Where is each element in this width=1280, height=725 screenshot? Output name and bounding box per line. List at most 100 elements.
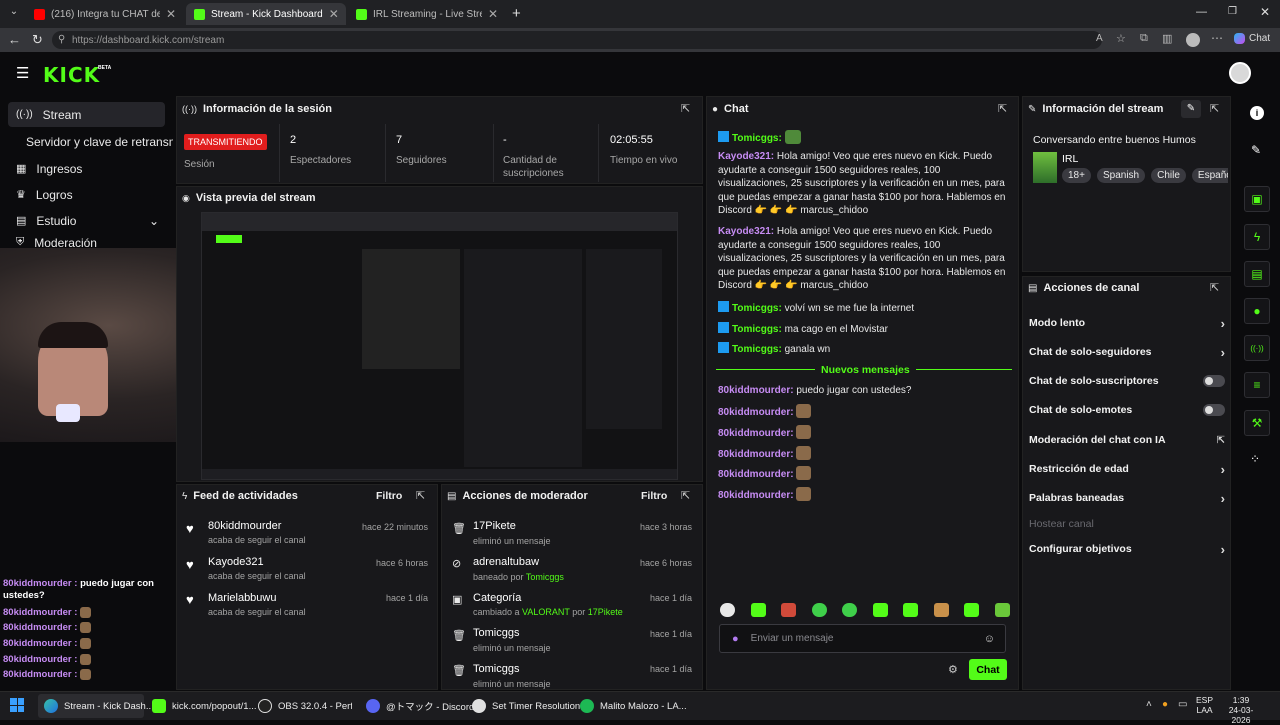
emote-1-icon[interactable] [720, 603, 735, 617]
favorite-star-icon[interactable]: ☆ [1116, 32, 1126, 45]
tray-chevron-icon[interactable]: ˄ [1146, 699, 1152, 710]
chat-message[interactable]: Kayode321: Hola amigo! Veo que eres nuev… [718, 225, 1008, 293]
chat-username[interactable]: 80kiddmourder: [718, 385, 794, 396]
lang-indicator[interactable]: ESP LAA [1196, 695, 1213, 715]
action-slow-mode[interactable]: Modo lento › [1029, 315, 1225, 331]
rail-clip-button[interactable]: ▣ [1244, 186, 1270, 212]
chat-username[interactable]: Kayode321: [718, 151, 774, 162]
chat-username[interactable]: 80kiddmourder: [718, 490, 794, 501]
new-tab-button[interactable]: + [512, 5, 521, 22]
more-apps-icon[interactable]: ⁘ [1250, 452, 1260, 466]
copilot-button[interactable]: Chat [1234, 33, 1270, 44]
chat-message[interactable]: Tomicggs: [718, 130, 1008, 146]
chat-message[interactable]: Kayode321: Hola amigo! Veo que eres nuev… [718, 150, 1008, 218]
action-age-restriction[interactable]: Restricción de edad › [1029, 461, 1225, 477]
maximize-icon[interactable]: ❐ [1228, 6, 1237, 17]
mic-icon[interactable]: ● [1162, 699, 1168, 710]
popout-icon[interactable]: ⇱ [1210, 281, 1219, 294]
action-ai-moderation[interactable]: Moderación del chat con IA ⇱ [1029, 432, 1225, 448]
rail-chat-button[interactable]: ● [1244, 298, 1270, 324]
category-name[interactable]: IRL [1062, 153, 1078, 165]
emotes-only-toggle[interactable] [1203, 404, 1225, 416]
chat-message[interactable]: 80kiddmourder: [718, 425, 1008, 441]
popout-icon[interactable]: ⇱ [998, 102, 1007, 115]
chat-message[interactable]: Tomicggs: volví wn se me fue la internet [718, 301, 1008, 316]
tag-chip[interactable]: 18+ [1062, 168, 1091, 183]
close-window-icon[interactable]: ✕ [1260, 5, 1270, 19]
kick-logo[interactable]: KICK [43, 63, 100, 87]
emote-8-icon[interactable] [933, 603, 949, 617]
emote-4-icon[interactable] [811, 603, 827, 617]
sidebar-item-moderacion[interactable]: ⛨ Moderación [8, 236, 165, 248]
reload-icon[interactable]: ↻ [32, 32, 43, 48]
sidebar-item-server-key[interactable]: Servidor y clave de retransmisión [18, 129, 173, 154]
chat-message[interactable]: 80kiddmourder: puedo jugar con ustedes? [718, 384, 1008, 398]
info-icon[interactable]: i [1250, 106, 1264, 120]
site-info-icon[interactable]: ⚲ [58, 34, 65, 45]
chat-message[interactable]: 80kiddmourder: [718, 466, 1008, 482]
taskbar-item-discord[interactable]: @トマック - Discord [360, 694, 474, 718]
taskbar-item-timer[interactable]: Set Timer Resolution [466, 694, 580, 718]
tag-chip[interactable]: Spanish [1096, 168, 1146, 183]
chat-username[interactable]: 80kiddmourder: [718, 407, 794, 418]
tag-chip[interactable]: Chile [1151, 168, 1186, 183]
back-icon[interactable]: ← [8, 32, 21, 47]
stream-preview-video[interactable] [201, 212, 678, 480]
taskbar-item-spotify[interactable]: Malito Malozo - LA... [574, 694, 687, 718]
chat-message[interactable]: Tomicggs: ganala wn [718, 342, 1008, 357]
browser-tab-irl[interactable]: IRL Streaming - Live Streams on K ✕ [348, 3, 506, 25]
sidebar-item-estudio[interactable]: ▤ Estudio ⌄ [8, 208, 165, 233]
tag-chip[interactable]: Español [1191, 168, 1228, 183]
rail-broadcast-button[interactable]: ((·)) [1244, 335, 1270, 361]
emote-2-icon[interactable] [750, 603, 766, 617]
chat-username[interactable]: Tomicggs: [732, 344, 782, 355]
windows-start-icon[interactable] [10, 698, 24, 712]
emote-6-icon[interactable] [872, 603, 888, 617]
split-screen-icon[interactable]: ▥ [1162, 32, 1172, 45]
taskbar-item-kick-popout[interactable]: kick.com/popout/1... [146, 694, 256, 718]
minimize-icon[interactable]: — [1196, 6, 1207, 18]
emote-5-icon[interactable] [842, 603, 858, 617]
browser-tab-kick-dashboard[interactable]: Stream - Kick Dashboard ✕ [186, 3, 346, 25]
emote-3-icon[interactable] [781, 603, 797, 617]
read-aloud-icon[interactable]: A [1096, 33, 1103, 44]
close-tab-icon[interactable]: ✕ [166, 7, 176, 21]
profile-avatar[interactable] [1186, 33, 1200, 47]
hamburger-menu-icon[interactable]: ☰ [16, 64, 29, 82]
chat-input[interactable]: ● Enviar un mensaje ☺ [719, 624, 1006, 653]
emote-9-icon[interactable] [964, 603, 980, 617]
clock[interactable]: 1:39 24-03-2026 [1220, 695, 1262, 725]
action-followers-only[interactable]: Chat de solo-seguidores › [1029, 344, 1225, 360]
taskbar-item-obs[interactable]: OBS 32.0.4 - Perfil: ... [252, 694, 358, 718]
chat-username[interactable]: 80kiddmourder: [718, 469, 794, 480]
close-tab-icon[interactable]: ✕ [329, 7, 339, 21]
chat-username[interactable]: 80kiddmourder: [718, 449, 794, 460]
popout-icon[interactable]: ⇱ [681, 489, 690, 502]
chat-message[interactable]: 80kiddmourder: [718, 487, 1008, 503]
microphone-icon[interactable]: ● [732, 633, 739, 645]
action-banned-words[interactable]: Palabras baneadas › [1029, 490, 1225, 506]
chat-message[interactable]: 80kiddmourder: [718, 446, 1008, 462]
edit-stream-button[interactable]: ✎ [1181, 100, 1201, 118]
extensions-icon[interactable]: ⧉ [1140, 32, 1148, 45]
sidebar-item-logros[interactable]: ♛ Logros [8, 182, 165, 207]
chat-username[interactable]: 80kiddmourder: [718, 428, 794, 439]
action-goals[interactable]: Configurar objetivos › [1029, 541, 1225, 557]
chat-settings-icon[interactable]: ⚙ [948, 663, 958, 676]
chat-message[interactable]: Tomicggs: ma cago en el Movistar [718, 322, 1008, 337]
user-avatar[interactable] [1229, 62, 1251, 84]
emote-7-icon[interactable] [903, 603, 919, 617]
rail-boost-button[interactable]: ϟ [1244, 224, 1270, 250]
chat-username[interactable]: Tomicggs: [732, 324, 782, 335]
browser-tab-youtube[interactable]: (216) Integra tu CHAT de KICK a tu ✕ [26, 3, 184, 25]
chat-message[interactable]: 80kiddmourder: [718, 404, 1008, 420]
rail-tools-button[interactable]: ⚒ [1244, 410, 1270, 436]
chat-username[interactable]: Tomicggs: [732, 303, 782, 314]
activity-filter-button[interactable]: Filtro [376, 490, 402, 502]
emote-10-icon[interactable] [994, 603, 1010, 617]
url-input[interactable]: https://dashboard.kick.com/stream [52, 31, 1102, 49]
tab-list-button[interactable]: ⌄ [6, 6, 22, 22]
more-menu-icon[interactable]: ⋯ [1211, 31, 1223, 45]
chat-username[interactable]: Tomicggs: [732, 133, 782, 144]
popout-icon[interactable]: ⇱ [416, 489, 425, 502]
